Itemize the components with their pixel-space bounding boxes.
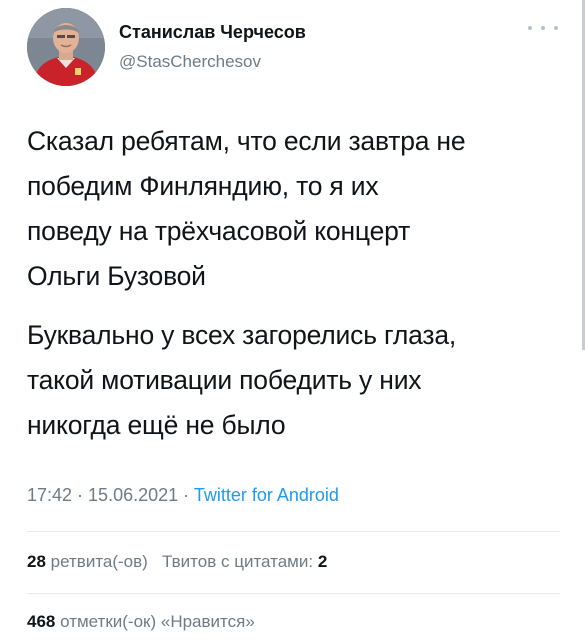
tweet-text-line: поведу на трёхчасовой концерт	[27, 216, 411, 246]
retweet-quote-stats: 28 ретвита(-ов) Твитов с цитатами: 2	[27, 552, 327, 572]
tweet-time[interactable]: 17:42	[27, 485, 72, 505]
tweet-text-paragraph-2: Буквально у всех загорелись глаза, такой…	[27, 313, 567, 448]
retweets-stat[interactable]: 28 ретвита(-ов)	[27, 552, 148, 571]
tweet-text-line: Буквально у всех загорелись глаза,	[27, 320, 457, 350]
divider	[27, 531, 560, 532]
retweets-label: ретвита(-ов)	[50, 552, 148, 571]
likes-label: отметки(-ок) «Нравится»	[60, 612, 255, 631]
tweet-text-line: Сказал ребятам, что если завтра не	[27, 126, 466, 156]
avatar[interactable]	[27, 8, 105, 86]
tweet-text-line: Ольги Бузовой	[27, 261, 206, 291]
tweet-meta: 17:42 · 15.06.2021 · Twitter for Android	[27, 485, 339, 506]
more-dots-icon[interactable]	[528, 20, 558, 36]
quotes-stat[interactable]: Твитов с цитатами: 2	[162, 552, 327, 571]
retweets-count: 28	[27, 552, 46, 571]
quotes-label: Твитов с цитатами:	[162, 552, 314, 571]
divider	[27, 593, 560, 594]
dot	[554, 26, 558, 30]
tweet-text-paragraph-1: Сказал ребятам, что если завтра не побед…	[27, 119, 567, 299]
tweet-source-link[interactable]: Twitter for Android	[194, 485, 339, 505]
author-name[interactable]: Станислав Черчесов	[119, 22, 306, 43]
tweet-text-line: такой мотивации победить у них	[27, 365, 422, 395]
tweet-text-line: никогда ещё не было	[27, 410, 286, 440]
likes-count: 468	[27, 612, 56, 631]
author-handle[interactable]: @StasCherchesov	[119, 52, 261, 72]
meta-separator: ·	[178, 485, 194, 505]
dot	[528, 26, 532, 30]
quotes-count: 2	[317, 552, 328, 571]
likes-stat[interactable]: 468 отметки(-ок) «Нравится»	[27, 612, 255, 632]
meta-separator: ·	[72, 485, 89, 505]
tweet-date[interactable]: 15.06.2021	[88, 485, 178, 505]
dot	[541, 26, 545, 30]
tweet-text-line: победим Финляндию, то я их	[27, 171, 379, 201]
tweet: Станислав Черчесов @StasCherchesov Сказа…	[0, 0, 585, 642]
